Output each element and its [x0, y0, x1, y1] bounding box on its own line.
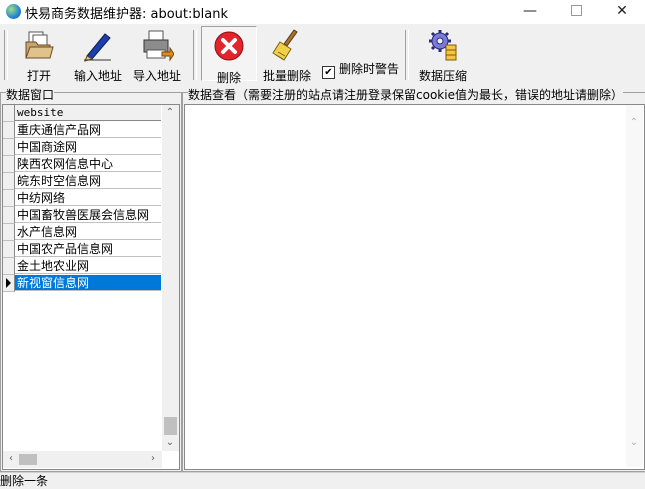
table-row[interactable]: 皖东时空信息网 — [3, 173, 161, 190]
row-indicator[interactable] — [3, 139, 15, 156]
table-row[interactable]: 中国农产品信息网 — [3, 241, 161, 258]
website-cell[interactable]: 中国农产品信息网 — [15, 241, 161, 257]
row-indicator[interactable] — [3, 190, 15, 207]
delete-button[interactable]: 删除 — [201, 26, 257, 85]
website-grid[interactable]: website 重庆通信产品网 中国商途网 陕西农网信息中心 皖东时空信息网 中纺网络中… — [2, 104, 180, 470]
website-cell[interactable]: 中国商途网 — [15, 139, 161, 155]
row-indicator[interactable] — [3, 275, 15, 292]
compress-label: 数据压缩 — [418, 69, 467, 83]
hscroll-thumb[interactable] — [19, 454, 37, 465]
compress-button[interactable]: 数据压缩 — [416, 28, 470, 84]
toolbar-separator — [405, 30, 409, 80]
window-title: 快易商务数据维护器: about:blank — [25, 7, 228, 22]
table-row[interactable]: 陕西农网信息中心 — [3, 156, 161, 173]
batch-delete-button[interactable]: 批量删除 — [260, 28, 314, 84]
row-indicator[interactable] — [3, 241, 15, 258]
scroll-down-arrow[interactable]: ⌄ — [162, 437, 178, 448]
data-viewer[interactable]: ⌃ ⌄ — [184, 104, 645, 470]
scroll-up-arrow[interactable]: ⌃ — [162, 107, 178, 118]
input-address-label: 输入地址 — [73, 69, 122, 83]
input-address-button[interactable]: 输入地址 — [70, 28, 126, 84]
data-window-label: 数据窗口 — [6, 86, 55, 103]
column-header-website[interactable]: website — [15, 105, 161, 121]
website-cell[interactable]: 重庆通信产品网 — [15, 122, 161, 138]
printer-import-icon — [143, 30, 175, 62]
row-indicator[interactable] — [3, 156, 15, 173]
toolbar-separator — [4, 30, 8, 80]
toolbar: 打开 输入地址 导入地址 删除 批量删除 ✔ 删除时警告 数据压缩 — [0, 26, 645, 85]
warn-on-delete-label: 删除时警告 — [339, 62, 400, 76]
batch-delete-label: 批量删除 — [262, 69, 311, 83]
open-button[interactable]: 打开 — [14, 28, 64, 84]
folder-open-icon — [25, 31, 54, 59]
warn-on-delete-checkbox[interactable]: ✔ 删除时警告 — [322, 60, 399, 79]
pen-icon — [84, 33, 111, 62]
toolbar-separator — [193, 30, 197, 80]
website-cell[interactable]: 中国畜牧兽医展会信息网 — [15, 207, 161, 223]
viewer-vertical-scrollbar[interactable]: ⌃ ⌄ — [626, 105, 643, 467]
delete-x-icon — [214, 31, 244, 61]
website-cell[interactable]: 新视窗信息网 — [15, 275, 161, 291]
grid-header-row: website — [3, 105, 161, 122]
grid-vertical-scrollbar[interactable]: ⌃ ⌄ — [162, 105, 179, 451]
current-row-arrow-icon — [6, 278, 11, 288]
table-row[interactable]: 重庆通信产品网 — [3, 122, 161, 139]
row-indicator[interactable] — [3, 258, 15, 275]
grid-corner — [3, 105, 15, 122]
broom-icon — [272, 29, 298, 61]
viewer-scroll-up-arrow[interactable]: ⌃ — [626, 117, 642, 128]
scroll-thumb[interactable] — [164, 417, 177, 435]
row-indicator[interactable] — [3, 207, 15, 224]
open-label: 打开 — [26, 69, 51, 83]
row-indicator[interactable] — [3, 122, 15, 139]
maximize-button[interactable] — [553, 0, 599, 24]
scroll-left-arrow[interactable]: ‹ — [3, 453, 19, 464]
title-bar: 快易商务数据维护器: about:blank — ✕ — [0, 0, 645, 24]
table-row[interactable]: 中国畜牧兽医展会信息网 — [3, 207, 161, 224]
status-bar: 删除一条 — [0, 472, 645, 489]
status-text: 删除一条 — [0, 474, 49, 488]
grid-horizontal-scrollbar[interactable]: ‹ › — [3, 451, 162, 468]
table-row[interactable]: 金土地农业网 — [3, 258, 161, 275]
close-window-button[interactable]: ✕ — [599, 0, 645, 24]
row-indicator[interactable] — [3, 173, 15, 190]
import-address-label: 导入地址 — [132, 69, 181, 83]
table-row[interactable]: 中国商途网 — [3, 139, 161, 156]
gear-compress-icon — [429, 30, 457, 61]
website-cell[interactable]: 皖东时空信息网 — [15, 173, 161, 189]
website-cell[interactable]: 水产信息网 — [15, 224, 161, 240]
viewer-scroll-down-arrow[interactable]: ⌄ — [626, 437, 642, 448]
website-cell[interactable]: 金土地农业网 — [15, 258, 161, 274]
data-viewer-label: 数据查看（需要注册的站点请注册登录保留cookie值为最长，错误的地址请删除） — [188, 86, 623, 103]
warn-on-delete-check[interactable]: ✔ — [322, 66, 335, 79]
website-cell[interactable]: 陕西农网信息中心 — [15, 156, 161, 172]
app-globe-icon — [6, 4, 21, 19]
table-row[interactable]: 中纺网络 — [3, 190, 161, 207]
website-cell[interactable]: 中纺网络 — [15, 190, 161, 206]
table-row[interactable]: 水产信息网 — [3, 224, 161, 241]
table-row[interactable]: 新视窗信息网 — [3, 275, 161, 292]
row-indicator[interactable] — [3, 224, 15, 241]
delete-label: 删除 — [216, 71, 241, 85]
import-address-button[interactable]: 导入地址 — [130, 28, 184, 84]
minimize-button[interactable]: — — [507, 0, 553, 24]
scroll-right-arrow[interactable]: › — [145, 453, 161, 464]
